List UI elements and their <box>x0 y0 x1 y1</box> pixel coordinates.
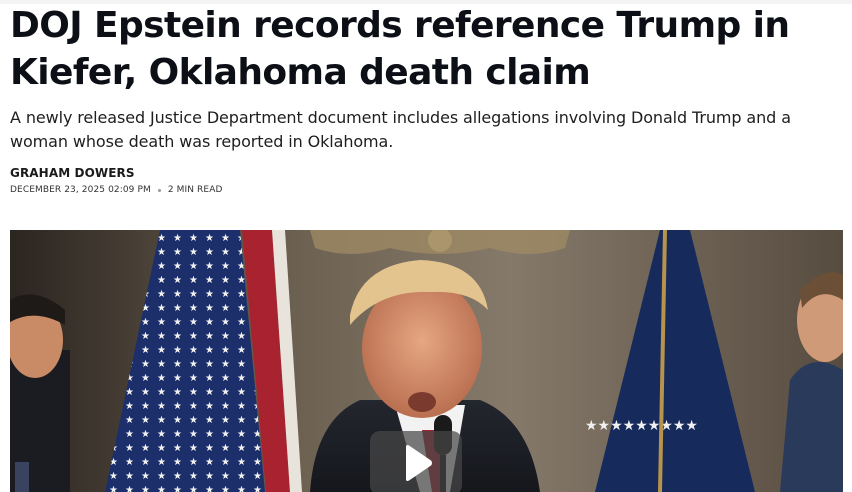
play-button[interactable] <box>370 431 462 492</box>
play-icon <box>406 445 432 481</box>
svg-text:★★★★★★★★★: ★★★★★★★★★ <box>585 418 698 434</box>
article-headline: DOJ Epstein records reference Trump in K… <box>10 5 790 93</box>
author-link[interactable]: GRAHAM DOWERS <box>10 166 135 180</box>
video-player[interactable]: ★ ★★★★★★★★★ <box>10 230 843 492</box>
article-meta: DECEMBER 23, 2025 02:09 PM 2 MIN READ <box>10 185 223 195</box>
read-time: 2 MIN READ <box>167 185 223 195</box>
article-subheadline: A newly released Justice Department docu… <box>10 108 791 151</box>
meta-separator-dot <box>157 188 161 192</box>
publish-date: DECEMBER 23, 2025 02:09 PM <box>10 185 151 195</box>
